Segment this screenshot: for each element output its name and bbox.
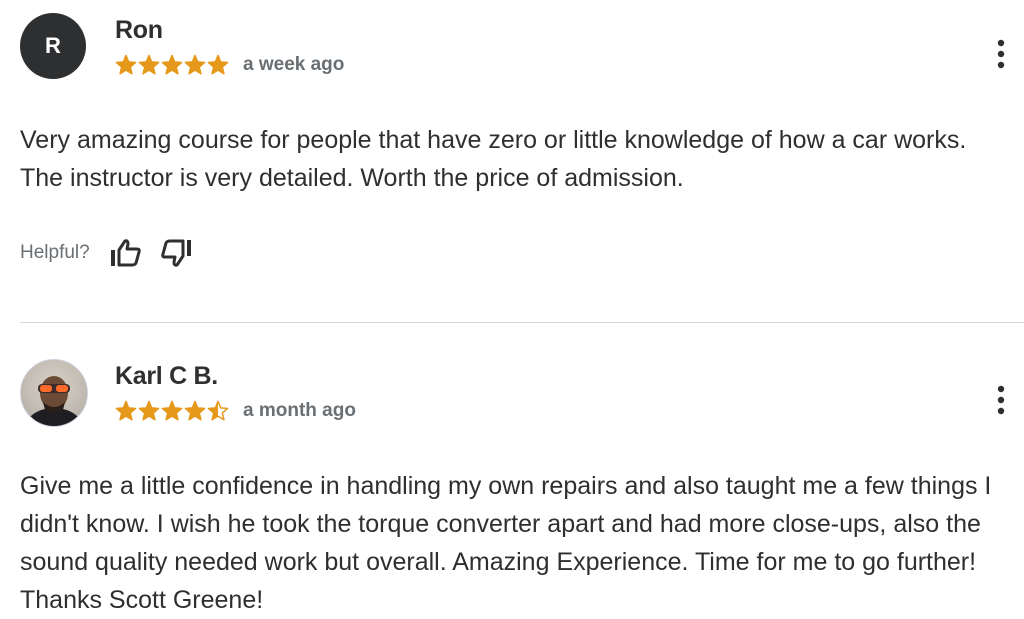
star-full-icon (161, 400, 183, 421)
star-full-icon (138, 400, 160, 421)
star-full-icon (184, 54, 206, 75)
more-options-button[interactable] (988, 36, 1014, 72)
star-full-icon (161, 54, 183, 75)
review-date: a month ago (243, 400, 356, 421)
more-vertical-icon (997, 385, 1005, 415)
star-full-icon (115, 54, 137, 75)
like-button[interactable] (108, 235, 144, 271)
helpful-label: Helpful? (20, 242, 90, 263)
more-vertical-icon (997, 39, 1005, 69)
star-full-icon (115, 400, 137, 421)
reviews-list: R Ron a week ago Very amazing course for… (0, 0, 1024, 619)
star-rating (115, 400, 229, 422)
rating-row: a week ago (115, 52, 344, 78)
more-options-button[interactable] (988, 382, 1014, 418)
star-rating (115, 54, 229, 76)
star-full-icon (184, 400, 206, 421)
star-full-icon (207, 54, 229, 75)
divider (20, 322, 1024, 323)
avatar-initial: R (45, 33, 61, 58)
star-full-icon (138, 54, 160, 75)
review-text: Give me a little confidence in handling … (20, 472, 992, 614)
user-photo-icon (24, 376, 84, 426)
rating-row: a month ago (115, 398, 356, 424)
star-half-icon (207, 400, 229, 421)
review-text: Very amazing course for people that have… (20, 126, 967, 192)
reviewer-name: Karl C B. (115, 362, 218, 390)
avatar (20, 359, 88, 427)
helpful-row: Helpful? (20, 235, 194, 271)
reviewer-name: Ron (115, 16, 163, 44)
dislike-button[interactable] (158, 235, 194, 271)
thumbs-up-icon (110, 239, 141, 267)
thumbs-down-icon (160, 239, 191, 267)
avatar: R (20, 13, 86, 79)
review-date: a week ago (243, 54, 345, 75)
